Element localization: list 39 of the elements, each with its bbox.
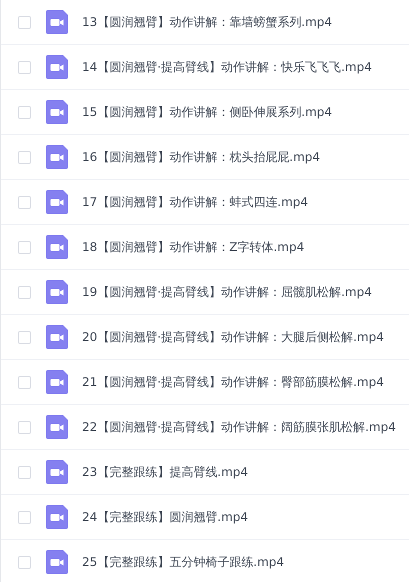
video-file-icon	[46, 505, 68, 529]
file-name[interactable]: 20【圆润翘臂·提高臂线】动作讲解：大腿后侧松解.mp4	[82, 328, 384, 346]
video-file-icon	[46, 460, 68, 484]
video-file-icon	[46, 10, 68, 34]
checkbox[interactable]	[18, 466, 31, 478]
video-file-icon	[46, 145, 68, 169]
checkbox[interactable]	[18, 150, 31, 164]
file-name[interactable]: 13【圆润翘臂】动作讲解：靠墙螃蟹系列.mp4	[82, 14, 332, 30]
file-name[interactable]: 22【圆润翘臂·提高臂线】动作讲解：阔筋膜张肌松解.mp4	[82, 418, 396, 436]
checkbox[interactable]	[18, 510, 31, 524]
video-file-icon	[46, 100, 68, 124]
video-file-icon	[46, 280, 68, 304]
file-name[interactable]: 21【圆润翘臂·提高臂线】动作讲解：臀部筋膜松解.mp4	[82, 374, 384, 390]
checkbox[interactable]	[18, 16, 31, 28]
video-file-icon	[46, 325, 68, 349]
checkbox[interactable]	[18, 556, 31, 568]
file-name[interactable]: 25【完整跟练】五分钟椅子跟练.mp4	[82, 554, 284, 570]
file-name[interactable]: 15【圆润翘臂】动作讲解：侧卧伸展系列.mp4	[82, 104, 332, 120]
checkbox[interactable]	[18, 60, 31, 74]
file-name[interactable]: 17【圆润翘臂】动作讲解：蚌式四连.mp4	[82, 194, 308, 210]
file-name[interactable]: 18【圆润翘臂】动作讲解：Z字转体.mp4	[82, 238, 304, 256]
checkbox[interactable]	[18, 196, 31, 208]
file-name[interactable]: 16【圆润翘臂】动作讲解：枕头抬屁屁.mp4	[82, 148, 320, 166]
video-file-icon	[46, 370, 68, 394]
checkbox[interactable]	[18, 286, 31, 298]
video-file-icon	[46, 415, 68, 439]
checkbox[interactable]	[18, 376, 31, 388]
video-file-icon	[46, 55, 68, 79]
video-file-icon	[46, 235, 68, 259]
video-file-icon	[46, 190, 68, 214]
file-name[interactable]: 19【圆润翘臂·提高臂线】动作讲解：屈髋肌松解.mp4	[82, 284, 372, 300]
file-name[interactable]: 14【圆润翘臂·提高臂线】动作讲解：快乐飞飞飞.mp4	[82, 58, 372, 76]
checkbox[interactable]	[18, 106, 31, 118]
file-name[interactable]: 24【完整跟练】圆润翘臂.mp4	[82, 508, 248, 526]
checkbox[interactable]	[18, 240, 31, 254]
checkbox[interactable]	[18, 420, 31, 434]
file-name[interactable]: 23【完整跟练】提高臂线.mp4	[82, 464, 248, 480]
video-file-icon	[46, 550, 68, 574]
checkbox[interactable]	[18, 330, 31, 344]
